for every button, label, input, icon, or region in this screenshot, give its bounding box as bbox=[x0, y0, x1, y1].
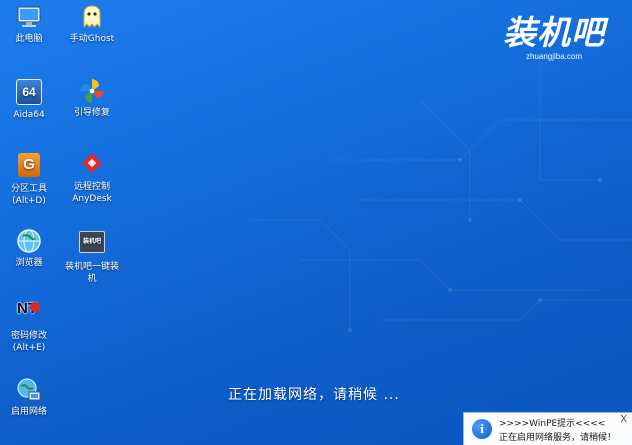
desktop-icon-partition-tool[interactable]: G 分区工具 (Alt+D) bbox=[0, 151, 61, 207]
desktop-icon-label: Aida64 bbox=[13, 110, 45, 120]
desktop-icon-label: 密码修改 (Alt+E) bbox=[10, 331, 47, 353]
desktop-icon-enable-network[interactable]: 启用网络 bbox=[0, 376, 61, 418]
notification-close-button[interactable]: X bbox=[620, 414, 627, 425]
desktop-icon-label: 启用网络 bbox=[10, 407, 47, 417]
aida64-icon: 64 bbox=[15, 79, 43, 107]
globe-icon bbox=[15, 227, 43, 255]
desktop-icon-label: 远程控制 AnyDesk bbox=[72, 182, 112, 204]
desktop-icon-label: 手动Ghost bbox=[69, 34, 115, 44]
desktop-icon-label: 引导修复 bbox=[73, 108, 110, 118]
desktop-icon-label: 装机吧一键装 机 bbox=[64, 262, 119, 284]
brand-logo: 装机吧 zhuangjiba.com bbox=[489, 14, 619, 62]
network-icon bbox=[15, 376, 43, 404]
notification-title: >>>>WinPE提示<<<< bbox=[499, 419, 606, 429]
brand-url: zhuangjiba.com bbox=[525, 52, 583, 61]
desktop-icon-aida64[interactable]: 64 Aida64 bbox=[0, 77, 61, 121]
desktop-icon-this-pc[interactable]: 此电脑 bbox=[0, 3, 61, 45]
desktop-icon-password-edit[interactable]: NT 密码修改 (Alt+E) bbox=[0, 300, 61, 354]
loading-status-text: 正在加载网络，请稍候 ... bbox=[228, 387, 400, 403]
desktop-icon-manual-ghost[interactable]: 手动Ghost bbox=[60, 3, 124, 45]
desktop-icon-label: 分区工具 (Alt+D) bbox=[10, 184, 47, 206]
pinwheel-icon bbox=[78, 77, 106, 105]
nt-password-icon: NT bbox=[15, 300, 43, 328]
computer-icon bbox=[15, 3, 43, 31]
desktop-icon-one-key-install[interactable]: 装机吧 装机吧一键装 机 bbox=[60, 227, 124, 285]
partition-icon: G bbox=[15, 153, 43, 181]
info-icon: i bbox=[472, 419, 492, 439]
brand-logo-mark: 装机吧 bbox=[503, 13, 605, 52]
notification-message: 正在启用网络服务，请稍候！ bbox=[499, 433, 617, 443]
desktop-icon-browser[interactable]: 浏览器 bbox=[0, 227, 61, 269]
desktop-icon-label: 此电脑 bbox=[15, 34, 43, 44]
wallpaper-pattern bbox=[250, 60, 632, 332]
desktop-icon-label: 浏览器 bbox=[15, 258, 43, 268]
desktop-icon-remote-control[interactable]: 远程控制 AnyDesk bbox=[60, 151, 124, 205]
desktop-icon-boot-repair[interactable]: 引导修复 bbox=[60, 77, 124, 119]
notification-toast[interactable]: i >>>>WinPE提示<<<< 正在启用网络服务，请稍候！ X bbox=[463, 412, 632, 445]
desktop: 此电脑 手动Ghost 64 Aida64 引导修复 G 分区工具 (Alt+D… bbox=[0, 0, 632, 445]
ghost-icon bbox=[78, 3, 106, 31]
installer-icon: 装机吧 bbox=[78, 231, 106, 259]
anydesk-icon bbox=[78, 151, 106, 179]
